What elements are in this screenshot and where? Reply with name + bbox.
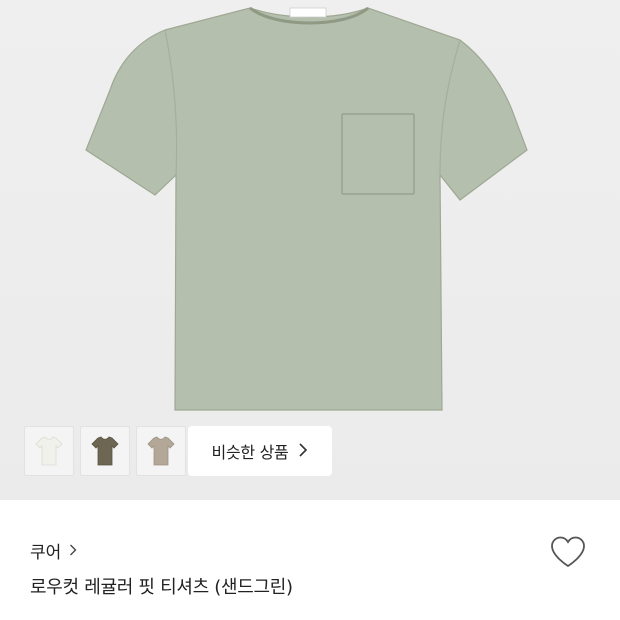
similar-products-label: 비슷한 상품 [211,443,289,462]
tshirt-icon [147,436,175,466]
heart-outline-icon [551,536,585,568]
thumbnail-khaki-brown[interactable] [80,426,130,476]
color-thumbnails [24,426,186,476]
thumbnail-ivory[interactable] [24,426,74,476]
brand-link[interactable]: 쿠어 [30,538,77,563]
brand-name: 쿠어 [30,543,62,563]
product-image [85,6,528,411]
product-title: 로우컷 레귤러 핏 티셔츠 (샌드그린) [30,577,293,598]
similar-products-button[interactable]: 비슷한 상품 [188,426,332,476]
product-info [0,500,620,620]
tshirt-icon [91,436,119,466]
wishlist-button[interactable] [548,532,588,572]
thumbnail-beige[interactable] [136,426,186,476]
tshirt-icon [35,436,63,466]
chevron-right-icon [298,442,308,461]
product-image-area: 비슷한 상품 [0,0,620,500]
chevron-right-icon [69,542,77,560]
